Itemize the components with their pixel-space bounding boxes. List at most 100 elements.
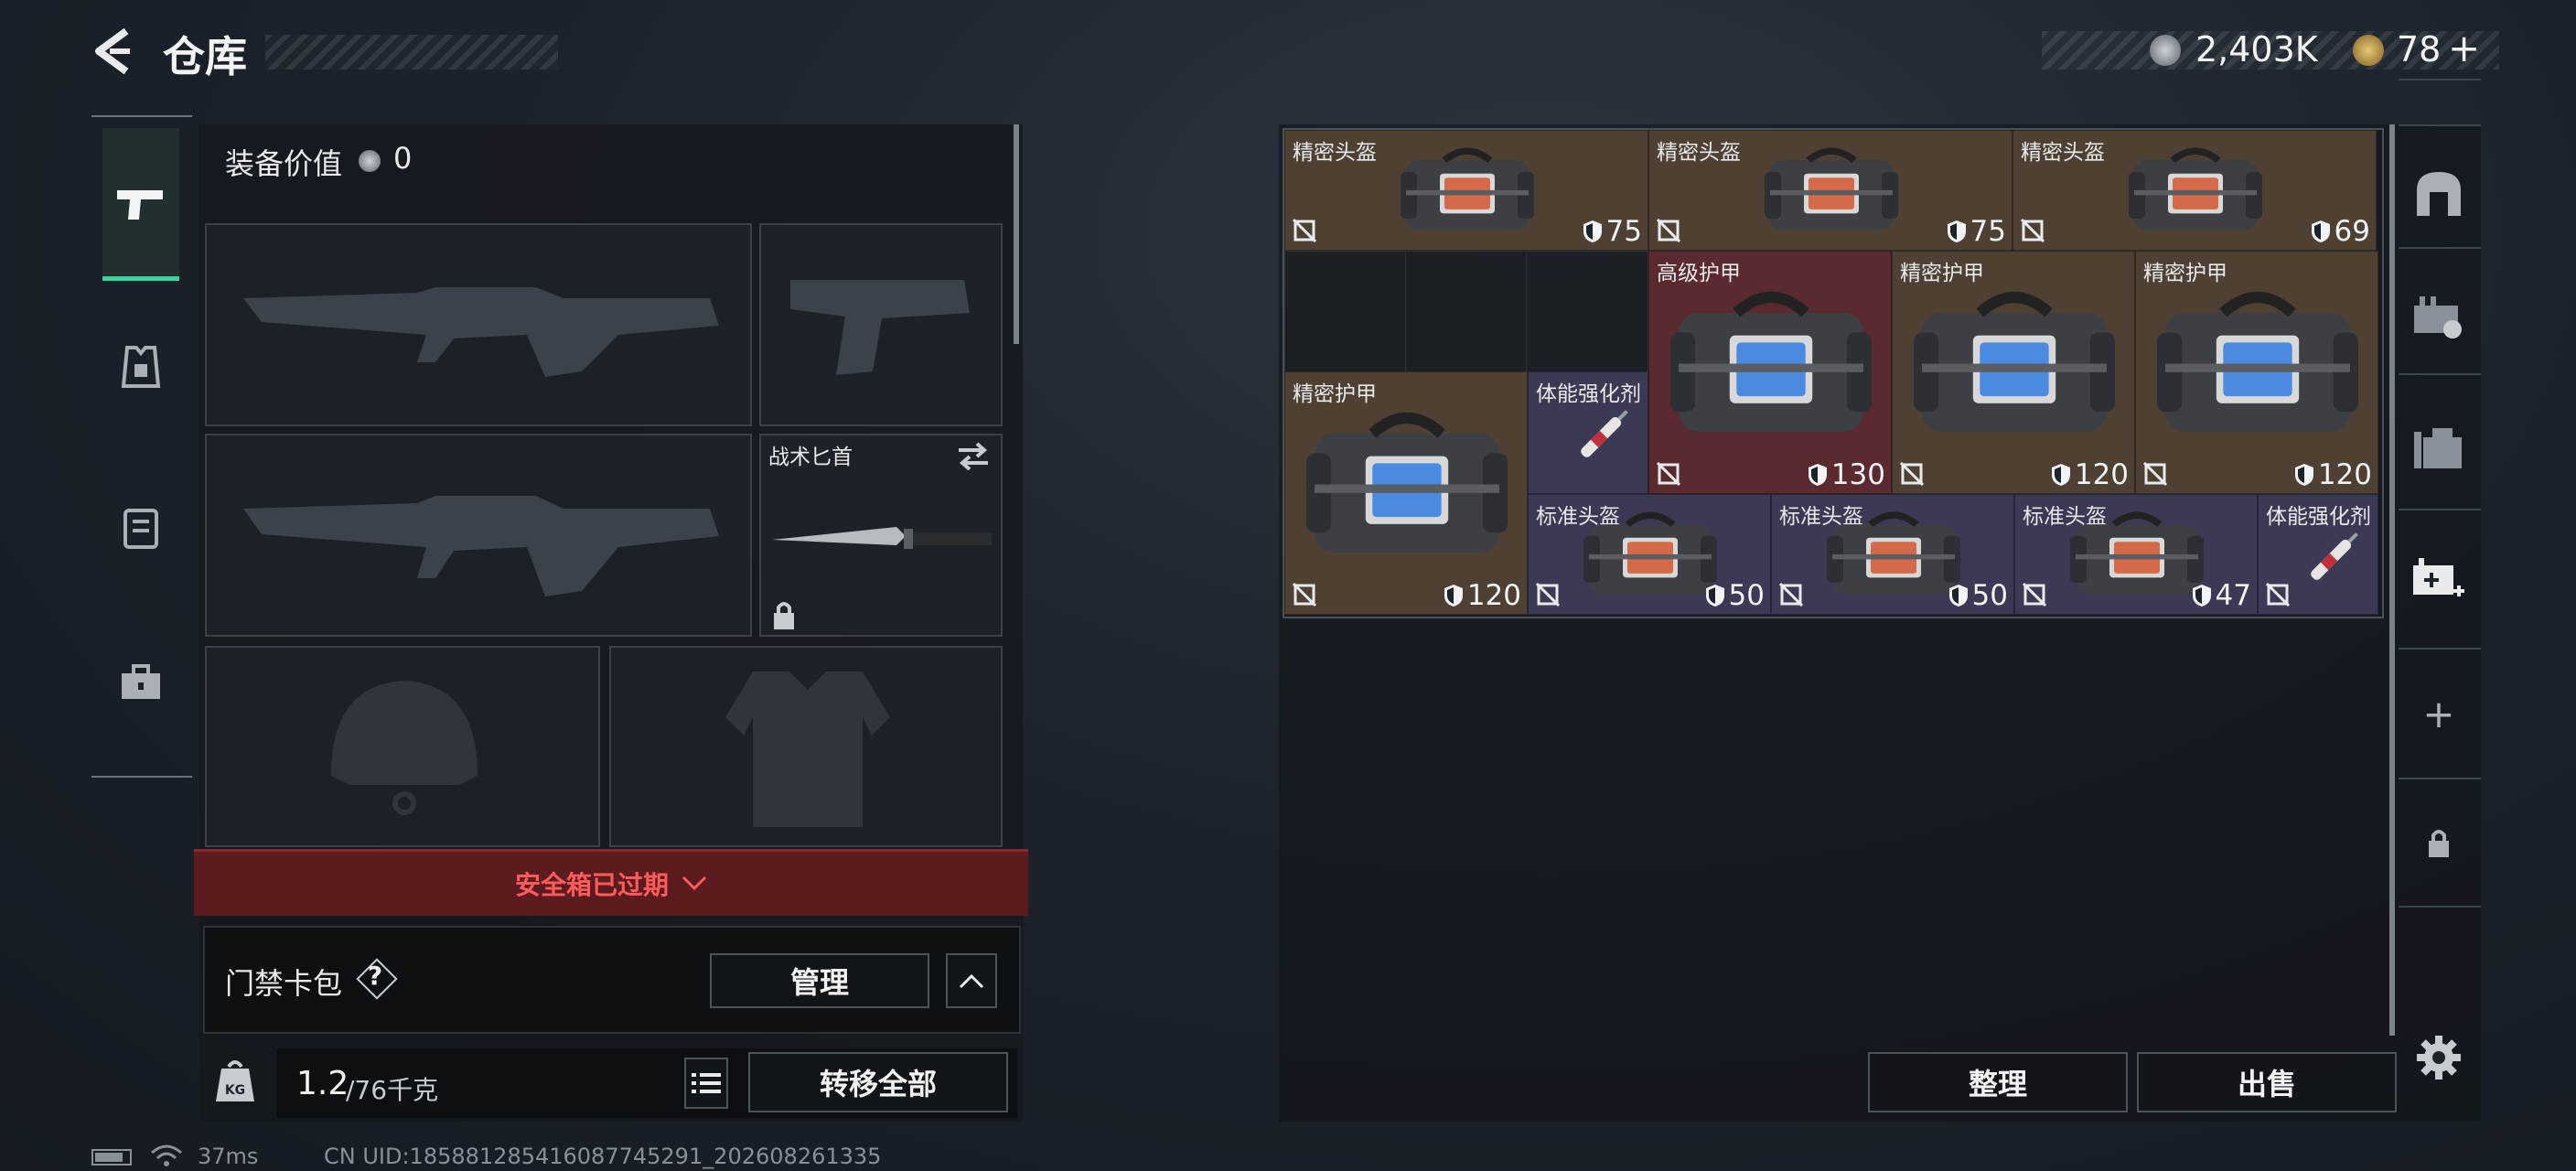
durability: 50 bbox=[1705, 579, 1765, 612]
shield-icon bbox=[1947, 220, 1966, 242]
rail-add-button[interactable]: + bbox=[2406, 681, 2472, 747]
stash-item[interactable]: 精密头盔 75 bbox=[1648, 130, 2012, 251]
armor-bag-icon bbox=[1670, 291, 1872, 432]
rail-divider bbox=[2399, 79, 2481, 81]
empty-cell[interactable] bbox=[1284, 251, 1407, 373]
shield-icon bbox=[2294, 464, 2313, 486]
keycard-help-icon[interactable]: ? bbox=[356, 958, 398, 1000]
armor-bag-icon bbox=[1306, 412, 1508, 553]
stash-item[interactable]: 精密头盔 69 bbox=[2012, 130, 2377, 251]
item-name: 精密头盔 bbox=[1657, 141, 1741, 165]
rail-workbench-button[interactable] bbox=[2406, 285, 2472, 351]
shield-icon bbox=[2192, 585, 2211, 607]
collapse-button[interactable] bbox=[946, 953, 997, 1008]
armor-bag-icon bbox=[1914, 291, 2115, 432]
ping-text: 37ms bbox=[198, 1144, 259, 1169]
weight-icon: KG bbox=[212, 1056, 258, 1107]
manage-button[interactable]: 管理 bbox=[710, 953, 929, 1008]
stash-item[interactable]: 体能强化剂 bbox=[1528, 371, 1648, 494]
nav-equipment-tab[interactable] bbox=[102, 329, 179, 406]
knife-label: 战术匕首 bbox=[768, 446, 853, 469]
weight-current: 1.2 bbox=[296, 1065, 349, 1102]
uninsured-icon bbox=[1657, 219, 1680, 242]
add-stash-icon bbox=[2413, 558, 2464, 596]
stash-item[interactable]: 精密护甲 120 bbox=[1892, 251, 2135, 494]
plus-icon: + bbox=[2422, 691, 2455, 736]
uid-text: CN UID:185881285416087745291_20260826133… bbox=[324, 1144, 882, 1169]
stash-item[interactable]: 精密护甲 120 bbox=[1284, 371, 1528, 615]
uninsured-icon bbox=[2143, 462, 2167, 486]
helmet-bag-icon bbox=[1401, 147, 1534, 231]
rail-vault-button[interactable] bbox=[2406, 161, 2472, 227]
shield-icon bbox=[1705, 585, 1724, 607]
stash-item[interactable]: 精密护甲 120 bbox=[2135, 251, 2378, 494]
transfer-all-button[interactable]: 转移全部 bbox=[748, 1052, 1008, 1112]
primary-weapon-slot-2[interactable] bbox=[205, 434, 752, 637]
empty-cell[interactable] bbox=[1526, 251, 1648, 373]
item-name: 精密头盔 bbox=[2021, 141, 2105, 165]
rail-divider bbox=[2399, 247, 2481, 249]
stash-item[interactable]: 精密头盔 75 bbox=[1284, 130, 1648, 251]
stash-item[interactable]: 体能强化剂 bbox=[2258, 494, 2378, 615]
rail-expand-stash-button[interactable] bbox=[2406, 547, 2472, 613]
item-name: 精密护甲 bbox=[2143, 262, 2227, 285]
durability: 75 bbox=[1583, 215, 1642, 248]
durability-value: 120 bbox=[1466, 579, 1521, 612]
bond-icon bbox=[2353, 35, 2384, 66]
sort-button[interactable]: 整理 bbox=[1868, 1052, 2128, 1112]
chevron-down-icon bbox=[682, 876, 707, 891]
sidearm-slot[interactable] bbox=[759, 223, 1003, 426]
gear-icon bbox=[2417, 1036, 2461, 1080]
stash-item[interactable]: 标准头盔 50 bbox=[1528, 494, 1771, 615]
durability: 120 bbox=[1444, 579, 1521, 612]
rail-divider bbox=[2399, 778, 2481, 779]
coin-icon bbox=[2150, 35, 2181, 66]
empty-cell[interactable] bbox=[1405, 251, 1528, 373]
nav-toolbox-tab[interactable] bbox=[102, 646, 179, 723]
rail-lock-button[interactable] bbox=[2406, 811, 2472, 876]
battery-icon bbox=[91, 1149, 132, 1166]
body-armor-slot[interactable] bbox=[609, 646, 1003, 847]
safebox-expired-banner[interactable]: 安全箱已过期 bbox=[194, 849, 1028, 916]
durability-value: 69 bbox=[2334, 215, 2370, 248]
stash-item[interactable]: 标准头盔 50 bbox=[1771, 494, 2014, 615]
rail-divider bbox=[2399, 648, 2481, 650]
shield-icon bbox=[1808, 464, 1827, 486]
lock-icon bbox=[774, 602, 794, 629]
durability-value: 50 bbox=[1971, 579, 2008, 612]
svg-text:KG: KG bbox=[225, 1083, 245, 1098]
durability-value: 120 bbox=[2317, 458, 2372, 491]
rail-storage-button[interactable] bbox=[2406, 415, 2472, 481]
nav-weapons-tab[interactable] bbox=[102, 128, 179, 281]
durability: 120 bbox=[2051, 458, 2129, 491]
stash-scrollbar[interactable] bbox=[2389, 124, 2395, 1036]
nav-backpack-tab[interactable] bbox=[102, 490, 179, 567]
rifle-silhouette-icon bbox=[243, 496, 719, 596]
armor-bag-icon bbox=[2157, 291, 2358, 432]
armor-icon bbox=[121, 346, 161, 388]
uninsured-icon bbox=[2023, 583, 2046, 607]
rifle-silhouette-icon bbox=[243, 287, 719, 377]
knife-slot[interactable]: 战术匕首 bbox=[759, 434, 1003, 637]
uninsured-icon bbox=[1779, 583, 1803, 607]
list-view-button[interactable] bbox=[684, 1058, 728, 1109]
durability: 75 bbox=[1947, 215, 2006, 248]
primary-weapon-slot-1[interactable] bbox=[205, 223, 752, 426]
helmet-slot[interactable] bbox=[205, 646, 600, 847]
uninsured-icon bbox=[2021, 219, 2045, 242]
back-button[interactable] bbox=[90, 26, 135, 77]
helmet-bag-icon bbox=[1583, 511, 1717, 595]
rail-divider bbox=[2399, 906, 2481, 908]
durability-value: 120 bbox=[2074, 458, 2129, 491]
settings-button[interactable] bbox=[2406, 1025, 2472, 1090]
sell-button[interactable]: 出售 bbox=[2137, 1052, 2397, 1112]
durability: 50 bbox=[1948, 579, 2008, 612]
rail-divider bbox=[2399, 373, 2481, 375]
loadout-scrollbar[interactable] bbox=[1014, 124, 1019, 344]
equipment-value-label: 装备价值 bbox=[225, 146, 343, 181]
swap-icon[interactable] bbox=[955, 441, 992, 470]
stash-item[interactable]: 高级护甲 130 bbox=[1648, 251, 1892, 494]
stash-item[interactable]: 标准头盔 47 bbox=[2014, 494, 2258, 615]
add-currency-button[interactable]: + bbox=[2448, 26, 2480, 70]
back-arrow-icon bbox=[95, 27, 130, 75]
